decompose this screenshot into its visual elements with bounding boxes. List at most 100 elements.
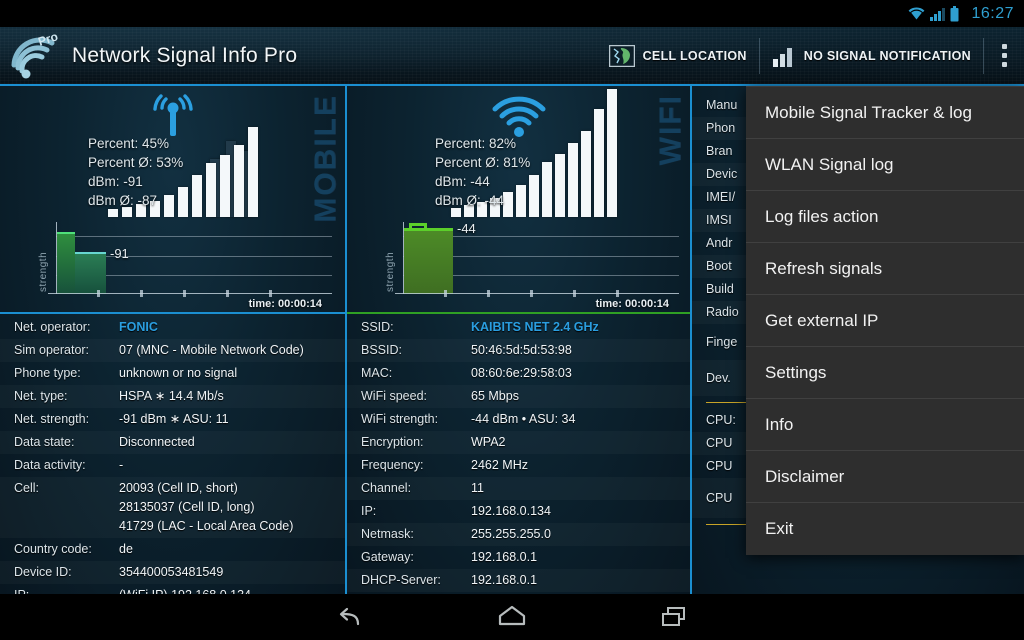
menu-item-wlan-signal-log[interactable]: WLAN Signal log	[746, 139, 1024, 191]
row-value: -44 dBm • ASU: 34	[471, 412, 576, 426]
row-value: unknown or no signal	[119, 366, 238, 380]
wifi-strength-axis-label: strength	[385, 251, 396, 292]
no-signal-notification-button[interactable]: NO SIGNAL NOTIFICATION	[760, 26, 983, 85]
table-row: Data state: Disconnected	[0, 431, 345, 454]
row-key: WiFi strength:	[361, 412, 439, 426]
table-row: Sim operator: 07 (MNC - Mobile Network Co…	[0, 339, 345, 362]
menu-item-info[interactable]: Info	[746, 399, 1024, 451]
row-value: (WiFi IP) 192.168.0.134	[119, 586, 251, 594]
row-key: Device ID:	[14, 565, 72, 579]
row-value: 50:46:5d:5d:53:98	[471, 343, 572, 357]
row-value: 192.168.0.1	[471, 550, 538, 564]
row-value: -91 dBm ∗ ASU: 11	[119, 412, 229, 426]
mobile-dbm: dBm: -91	[88, 174, 143, 189]
no-signal-notification-label: NO SIGNAL NOTIFICATION	[803, 48, 971, 63]
wifi-icon	[909, 7, 925, 20]
wifi-percent-avg: Percent Ø: 81%	[435, 155, 531, 170]
row-value: 192.168.0.134	[471, 504, 551, 518]
row-key: SSID:	[361, 320, 394, 334]
row-key: Cell:	[14, 481, 40, 495]
row-key: DHCP-Server:	[361, 573, 441, 587]
menu-item-disclaimer[interactable]: Disclaimer	[746, 451, 1024, 503]
row-key: Channel:	[361, 481, 412, 495]
battery-icon	[950, 5, 959, 21]
row-value: FONIC	[119, 320, 158, 334]
cell-location-button[interactable]: CELL LOCATION	[597, 26, 759, 85]
mobile-strength-history-chart: strength -91 time: 00:00:14	[38, 220, 334, 310]
table-row: IP: 192.168.0.134	[347, 500, 690, 523]
wifi-percent: Percent: 82%	[435, 136, 517, 151]
svg-text:Pro: Pro	[36, 31, 59, 49]
row-value: HSPA ∗ 14.4 Mb/s	[119, 389, 224, 403]
table-row: Encryption: WPA2	[347, 431, 690, 454]
table-row: Device ID: 354400053481549	[0, 561, 345, 584]
row-key: Frequency:	[361, 458, 424, 472]
row-key: Sim operator:	[14, 343, 90, 357]
menu-item-log-files-action[interactable]: Log files action	[746, 191, 1024, 243]
navigation-bar	[0, 594, 1024, 640]
row-value: KAIBITS NET 2.4 GHz	[471, 320, 599, 334]
row-value: Disconnected	[119, 435, 195, 449]
app-logo-icon[interactable]: Pro	[8, 29, 62, 81]
menu-item-get-external-ip[interactable]: Get external IP	[746, 295, 1024, 347]
row-value: 11	[471, 481, 484, 495]
menu-item-exit[interactable]: Exit	[746, 503, 1024, 555]
row-value: 20093 (Cell ID, short) 28135037 (Cell ID…	[119, 481, 294, 533]
table-row: SSID: KAIBITS NET 2.4 GHz	[347, 316, 690, 339]
row-value: 2462 MHz	[471, 458, 528, 472]
mobile-current-value: -91	[110, 246, 129, 261]
menu-item-settings[interactable]: Settings	[746, 347, 1024, 399]
row-key: Data activity:	[14, 458, 86, 472]
mobile-readout: Percent: 45% Percent Ø: 53% dBm: -91 dBm…	[88, 134, 183, 210]
mobile-percent-avg: Percent Ø: 53%	[88, 155, 184, 170]
mobile-panel: MOBILE Percent: 45% Percent Ø: 53% dBm: …	[0, 86, 345, 594]
table-row: Gateway: 192.168.0.1	[347, 546, 690, 569]
table-row: Cell: 20093 (Cell ID, short) 28135037 (Ce…	[0, 477, 345, 538]
row-value: 354400053481549	[119, 565, 224, 579]
table-row: Net. operator: FONIC	[0, 316, 345, 339]
mobile-strength-axis-label: strength	[38, 251, 49, 292]
table-row: BSSID: 50:46:5d:5d:53:98	[347, 339, 690, 362]
wifi-history-fill	[404, 228, 453, 294]
menu-item-mobile-signal-tracker[interactable]: Mobile Signal Tracker & log	[746, 87, 1024, 139]
mobile-history-fill-b	[75, 253, 106, 294]
cell-location-label: CELL LOCATION	[642, 48, 747, 63]
table-row: DHCP-Server: 192.168.0.1	[347, 569, 690, 592]
row-value: 192.168.0.1	[471, 573, 538, 587]
wifi-readout: Percent: 82% Percent Ø: 81% dBm: -44 dBm…	[435, 134, 530, 210]
table-row: Netmask: 255.255.255.0	[347, 523, 690, 546]
overflow-menu-icon[interactable]	[984, 26, 1024, 85]
back-icon[interactable]	[327, 600, 373, 634]
mobile-history-line-a	[57, 232, 75, 234]
mobile-history-fill-a	[57, 233, 75, 294]
wifi-panel: WIFI Percent: 82% Percent Ø: 81% dBm: -4…	[345, 86, 690, 594]
table-row: Net. type: HSPA ∗ 14.4 Mb/s	[0, 385, 345, 408]
row-key: WiFi speed:	[361, 389, 427, 403]
wifi-info-table: SSID: KAIBITS NET 2.4 GHz BSSID: 50:46:5d:…	[347, 316, 690, 594]
row-key: Country code:	[14, 542, 92, 556]
table-row: Frequency: 2462 MHz	[347, 454, 690, 477]
mobile-info-table: Net. operator: FONIC Sim operator: 07 (MNC…	[0, 316, 345, 594]
recent-apps-icon[interactable]	[651, 600, 697, 634]
wifi-dbm: dBm: -44	[435, 174, 490, 189]
row-value: 08:60:6e:29:58:03	[471, 366, 572, 380]
home-icon[interactable]	[489, 600, 535, 634]
row-key: Net. operator:	[14, 320, 91, 334]
row-key: Data state:	[14, 435, 75, 449]
signal-bars-icon	[772, 47, 792, 67]
table-row: Data activity: -	[0, 454, 345, 477]
mobile-dbm-avg: dBm Ø: -87	[88, 193, 158, 208]
status-bar-icons: 16:27	[908, 5, 1014, 23]
row-key: Gateway:	[361, 550, 414, 564]
wifi-time-label: time: 00:00:14	[595, 298, 669, 310]
menu-item-refresh-signals[interactable]: Refresh signals	[746, 243, 1024, 295]
wifi-history-peak-edge2	[424, 223, 427, 230]
status-bar-clock: 16:27	[971, 4, 1014, 22]
table-row: Net. strength: -91 dBm ∗ ASU: 11	[0, 408, 345, 431]
mobile-graph-area: MOBILE Percent: 45% Percent Ø: 53% dBm: …	[0, 86, 345, 314]
table-row: WiFi speed: 65 Mbps	[347, 385, 690, 408]
row-key: Net. type:	[14, 389, 68, 403]
overflow-menu: Mobile Signal Tracker & log WLAN Signal …	[746, 86, 1024, 555]
row-key: Encryption:	[361, 435, 424, 449]
globe-map-icon	[608, 44, 635, 67]
